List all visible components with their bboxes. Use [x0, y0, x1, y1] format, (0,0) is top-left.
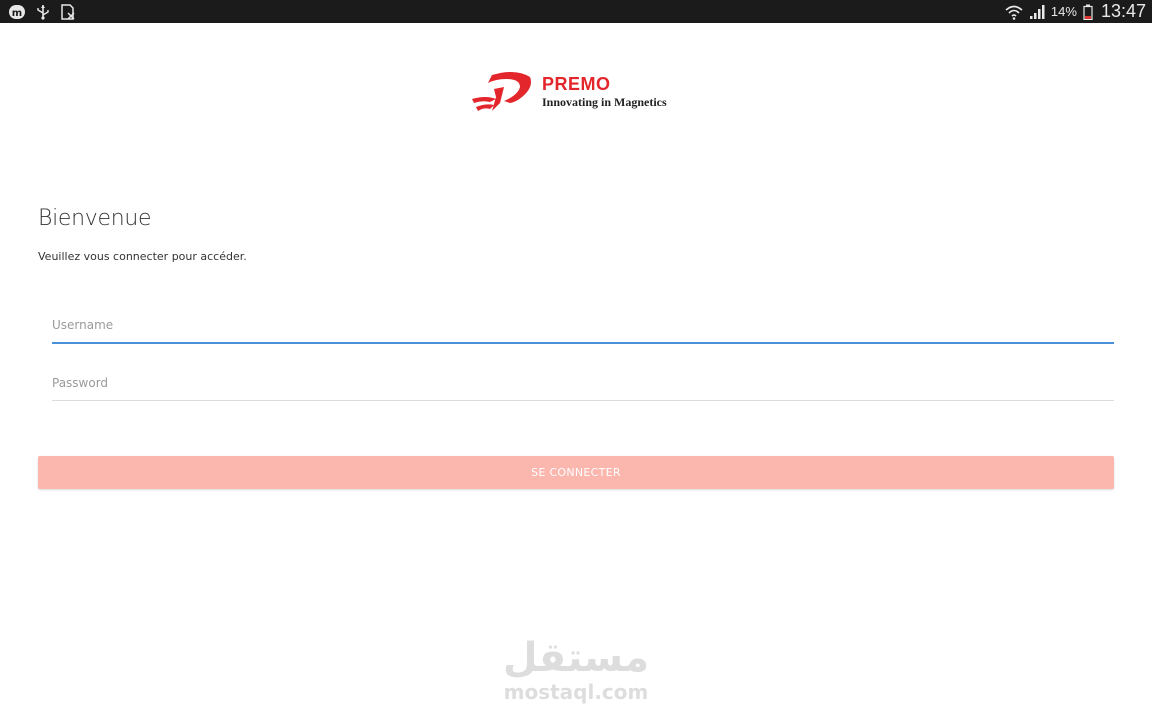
watermark-arabic: مستقل: [502, 635, 650, 681]
app-icon: m: [8, 4, 26, 20]
battery-percent: 14%: [1050, 4, 1077, 19]
password-field-container: [52, 372, 1114, 401]
premo-logo-mark-icon: [470, 69, 534, 115]
mostaql-watermark: مستقل mostaql.com: [500, 636, 652, 712]
password-input[interactable]: [52, 372, 1114, 400]
signal-icon: [1029, 4, 1045, 20]
status-bar: m 14% 13:47: [0, 0, 1152, 23]
password-underline: [52, 400, 1114, 401]
svg-text:m: m: [12, 8, 22, 19]
clock: 13:47: [1100, 1, 1146, 21]
welcome-title: Bienvenue: [38, 206, 152, 231]
premo-logo: PREMO Innovating in Magnetics: [470, 66, 690, 118]
welcome-subtitle: Veuillez vous connecter pour accéder.: [38, 250, 247, 263]
username-underline: [52, 342, 1114, 344]
username-input[interactable]: [52, 314, 1114, 342]
usb-icon: [36, 4, 50, 20]
no-sim-icon: [60, 3, 76, 20]
wifi-icon: [1005, 4, 1023, 20]
brand-name: PREMO: [542, 74, 611, 94]
status-left-icons: m: [8, 3, 76, 20]
brand-tagline: Innovating in Magnetics: [542, 95, 667, 109]
logo-text: PREMO Innovating in Magnetics: [542, 74, 667, 110]
watermark-latin: mostaql.com: [503, 680, 649, 704]
login-button[interactable]: SE CONNECTER: [38, 456, 1114, 489]
battery-icon: [1083, 4, 1093, 20]
username-field-container: [52, 314, 1114, 344]
status-right-icons: 14% 13:47: [1005, 1, 1146, 22]
